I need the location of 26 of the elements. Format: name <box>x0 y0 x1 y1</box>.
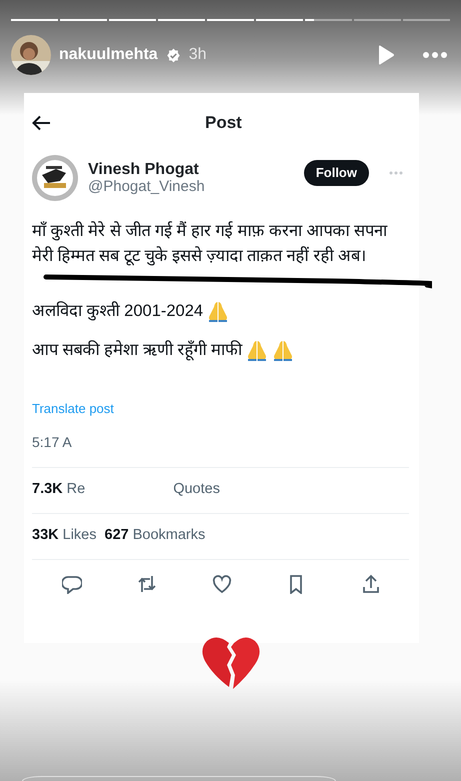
broken-heart-icon <box>200 635 260 691</box>
praying-hands-icon <box>207 300 230 322</box>
post-time: 3h <box>188 45 206 65</box>
post-timestamp: 5:17 A <box>32 434 72 450</box>
author-handle[interactable]: @Phogat_Vinesh <box>88 178 205 196</box>
back-arrow-icon[interactable] <box>32 114 51 130</box>
like-icon[interactable] <box>212 574 232 594</box>
praying-hands-icon <box>246 340 268 362</box>
post-text: आप सबकी हमेशा ऋणी रहूँगी माफी <box>32 339 242 362</box>
author-name[interactable]: Vinesh Phogat <box>88 160 205 179</box>
share-icon[interactable] <box>361 574 381 594</box>
post-text: अलविदा कुश्ती 2001-2024 <box>32 300 204 322</box>
play-icon[interactable] <box>377 45 395 65</box>
reply-field[interactable] <box>22 776 336 781</box>
post-text: मेरी हिम्मत सब टूट चुके इससे ज़्यादा ताक़त नहीं रही अब। <box>32 245 367 268</box>
praying-hands-icon <box>272 340 294 362</box>
post-text: माँ कुश्ती मेरे से जीत गई मैं हार गई माफ़ करना आपका सपना <box>32 220 388 242</box>
follow-button[interactable]: Follow <box>304 160 369 186</box>
stat-text[interactable]: 33K Likes <box>32 524 96 546</box>
repost-icon[interactable] <box>136 574 157 594</box>
page-title: Post <box>205 112 242 134</box>
stat-text[interactable]: 7.3K Re <box>32 479 86 501</box>
reply-icon[interactable] <box>62 574 82 594</box>
stat-text[interactable]: Quotes <box>173 479 220 501</box>
stat-text[interactable]: 627 Bookmarks <box>104 524 206 546</box>
more-icon[interactable] <box>423 52 447 58</box>
